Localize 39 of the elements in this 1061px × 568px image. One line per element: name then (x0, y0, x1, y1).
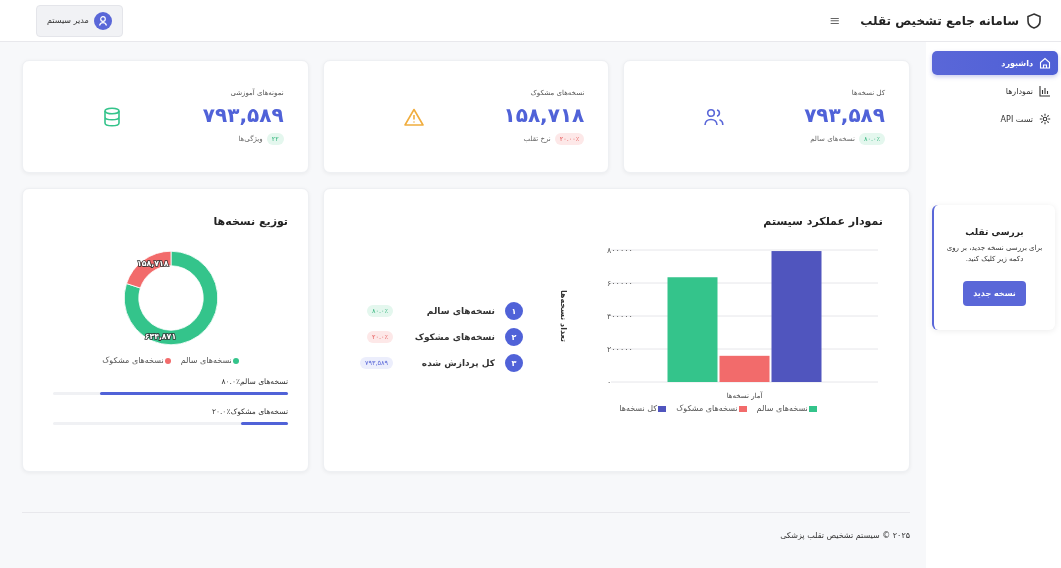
shield-icon (1027, 12, 1041, 29)
stat-value: ۷۹۳,۵۸۹ (202, 102, 284, 127)
footer-text: ۲۰۲۵ © سیستم تشخیص تقلب پزشکی (780, 531, 910, 540)
nav-item[interactable]: داشبورد (932, 51, 1058, 75)
axis-tick-label: ۶۰۰۰۰۰ (607, 279, 633, 288)
stat-value: ۱۵۸,۷۱۸ (503, 102, 585, 127)
home-icon (1039, 57, 1051, 69)
number-circle: ۲ (505, 328, 523, 346)
metric-label: نسخه‌های سالم (425, 306, 495, 316)
user-button[interactable]: مدیر سیستم (36, 4, 123, 37)
legend-label: نسخه‌های سالم (756, 404, 808, 413)
card-title: نمودار عملکرد سیستم (762, 215, 883, 228)
database-icon (103, 106, 121, 127)
number-circle: ۱ (505, 302, 523, 320)
stat-value: ۷۹۳,۵۸۹ (804, 102, 885, 127)
app-title: سامانه جامع تشخیص تقلب (860, 13, 1019, 28)
axis-title: تعداد نسخه‌ها (559, 289, 568, 343)
number-circle: ۳ (505, 354, 523, 372)
nav-item[interactable]: تست API (932, 107, 1058, 131)
settings-icon (1039, 113, 1051, 125)
axis-tick-label: ۴۰۰۰۰۰ (607, 312, 633, 321)
warning-icon (403, 107, 424, 126)
card-title: بررسی تقلب (965, 227, 1024, 237)
users-icon (704, 107, 725, 126)
legend-label: نسخه‌های مشکوک (676, 404, 738, 413)
legend-label: نسخه‌های سالم (180, 356, 232, 365)
card-title: توزیع نسخه‌ها (212, 215, 288, 228)
axis-tick-label: ۸۰۰۰۰۰ (607, 246, 633, 255)
avatar-icon (93, 11, 112, 30)
axis-tick-label: ۲۰۰۰۰۰ (607, 345, 633, 354)
menu-button[interactable]: ≡ (825, 13, 845, 28)
metric-label: کل پردازش شده (420, 358, 495, 368)
new-prescription-button[interactable]: نسخه جدید (963, 281, 1026, 307)
nav-item[interactable]: نمودارها (932, 79, 1058, 103)
legend-label: نسخه‌های مشکوک (102, 356, 164, 365)
legend-label: کل نسخه‌ها (619, 404, 658, 413)
axis-tick-label: ۰ (607, 378, 612, 387)
metric-label: نسخه‌های مشکوک (413, 332, 495, 342)
bar-chart-icon (1039, 85, 1051, 97)
